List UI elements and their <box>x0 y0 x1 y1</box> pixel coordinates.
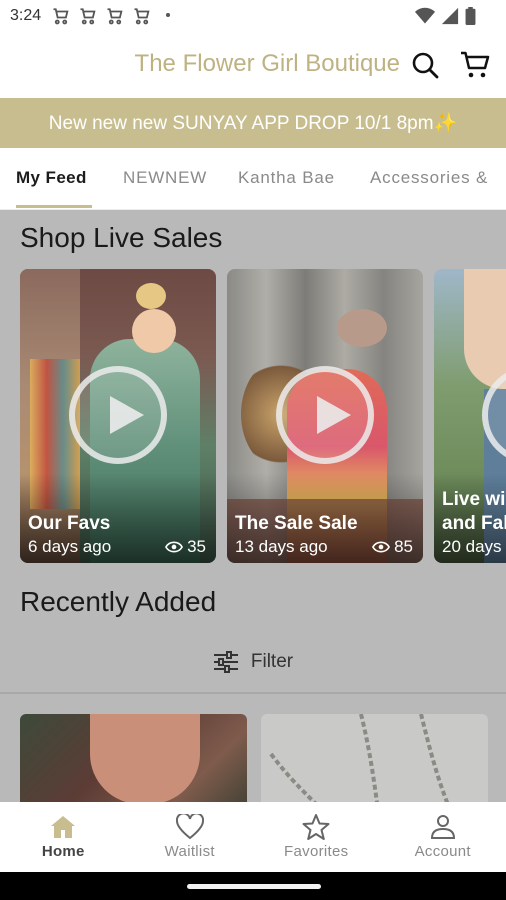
live-sale-title: The Sale Sale <box>235 513 358 534</box>
notification-icons <box>52 7 151 25</box>
nav-label: Home <box>41 843 85 860</box>
bottom-nav: Home Waitlist Favorites Account <box>0 802 506 872</box>
status-right <box>415 7 476 25</box>
eye-icon <box>165 541 184 553</box>
nav-label: Favorites <box>284 843 349 860</box>
more-notifications-dot <box>166 13 170 17</box>
filter-button[interactable]: Filter <box>0 640 506 684</box>
live-sale-age: 13 days ago <box>235 537 328 556</box>
live-sale-card[interactable]: Live wi and Fal 20 days <box>434 269 506 563</box>
search-button[interactable] <box>410 50 440 80</box>
heart-icon <box>175 814 204 840</box>
view-count-value: 85 <box>394 537 413 556</box>
cart-button[interactable] <box>460 50 490 80</box>
cart-icon <box>53 8 69 25</box>
view-count: 35 <box>165 537 206 557</box>
view-count: 85 <box>372 537 413 557</box>
tab-newnew[interactable]: NEWNEW <box>123 168 207 188</box>
filter-label: Filter <box>250 651 294 672</box>
nav-account[interactable]: Account <box>380 802 506 872</box>
store-title: The Flower Girl Boutique <box>134 50 400 77</box>
status-time: 3:24 <box>10 7 42 24</box>
nav-waitlist[interactable]: Waitlist <box>127 802 254 872</box>
cart-icon <box>80 8 96 25</box>
live-sales-title: Shop Live Sales <box>20 222 223 253</box>
view-count-value: 35 <box>187 537 206 556</box>
cart-icon <box>107 8 123 25</box>
app-header: The Flower Girl Boutique <box>0 32 506 98</box>
live-sale-title: Our Favs <box>28 513 111 534</box>
active-tab-indicator <box>16 205 92 208</box>
category-tabs: My Feed NEWNEW Kantha Bae Accessories & <box>0 148 506 210</box>
nav-label: Waitlist <box>164 843 215 860</box>
live-sale-age: 6 days ago <box>28 537 112 556</box>
live-sale-title: Live wi <box>442 489 506 510</box>
product-thumbnail <box>90 714 200 802</box>
promo-text: New new new SUNYAY APP DROP 10/1 8pm✨ <box>48 113 458 134</box>
recently-added-title: Recently Added <box>20 586 217 617</box>
nav-favorites[interactable]: Favorites <box>253 802 380 872</box>
live-sale-card[interactable]: The Sale Sale 13 days ago 85 <box>227 269 423 563</box>
eye-icon <box>372 541 391 553</box>
product-card[interactable] <box>20 714 247 802</box>
system-navigation-bar <box>0 872 506 900</box>
product-card[interactable] <box>261 714 488 802</box>
tab-accessories[interactable]: Accessories & <box>370 168 488 188</box>
live-sale-title-line2: and Fal <box>442 513 506 534</box>
wifi-icon <box>415 7 435 24</box>
feed: Shop Live Sales Our Favs 6 days ago 35 T… <box>0 210 506 802</box>
live-sale-age: 20 days <box>442 537 502 556</box>
nav-label: Account <box>414 843 471 860</box>
promo-banner[interactable]: New new new SUNYAY APP DROP 10/1 8pm✨ <box>0 98 506 148</box>
signal-icon <box>441 7 459 25</box>
live-sale-card[interactable]: Our Favs 6 days ago 35 <box>20 269 216 563</box>
cart-icon <box>461 51 490 78</box>
battery-icon <box>465 7 476 25</box>
cart-icon <box>134 8 150 25</box>
search-icon <box>412 52 439 79</box>
tab-my-feed[interactable]: My Feed <box>16 168 87 188</box>
divider <box>0 692 506 694</box>
product-thumbnail <box>269 714 450 802</box>
play-icon[interactable] <box>276 366 374 464</box>
home-icon <box>51 816 76 838</box>
home-gesture-handle[interactable] <box>187 884 321 889</box>
status-bar: 3:24 <box>0 0 506 32</box>
star-icon <box>302 814 330 840</box>
sliders-icon <box>213 651 238 673</box>
person-icon <box>430 815 455 839</box>
nav-home[interactable]: Home <box>0 802 127 872</box>
play-icon[interactable] <box>69 366 167 464</box>
tab-kantha-bae[interactable]: Kantha Bae <box>238 168 335 188</box>
